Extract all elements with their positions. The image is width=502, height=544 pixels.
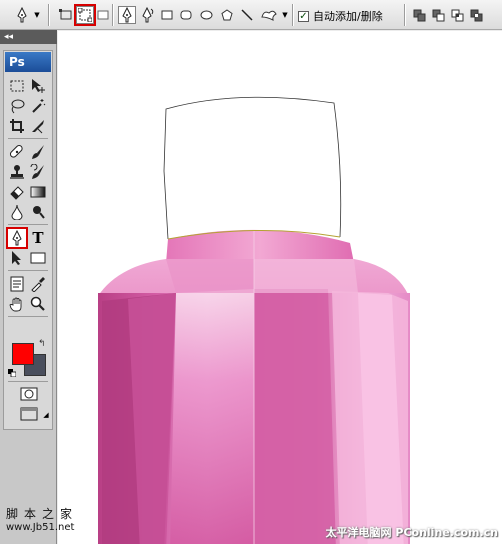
foreground-color-swatch[interactable] bbox=[12, 343, 34, 365]
move-tool-icon[interactable] bbox=[29, 77, 47, 95]
gradient-tool-icon[interactable] bbox=[29, 183, 47, 201]
intersect-path-icon[interactable] bbox=[450, 6, 464, 24]
screen-mode-arrow-icon[interactable]: ◢ bbox=[42, 411, 50, 419]
auto-add-delete-option[interactable]: ✓ 自动添加/删除 bbox=[298, 8, 383, 24]
hand-tool-icon[interactable] bbox=[8, 295, 26, 313]
freeform-pen-icon[interactable] bbox=[140, 6, 156, 24]
dodge-tool-icon[interactable] bbox=[29, 203, 47, 221]
toolbox: ◂◂ Ps T ↰ ◢ bbox=[0, 30, 57, 544]
polygon-icon[interactable] bbox=[220, 6, 234, 24]
line-icon[interactable] bbox=[240, 6, 254, 24]
jb51-watermark: 脚本之家 www.Jb51.net bbox=[6, 507, 78, 535]
cap-path-outline[interactable] bbox=[163, 96, 342, 240]
clone-stamp-icon[interactable] bbox=[8, 163, 26, 181]
slice-tool-icon[interactable] bbox=[29, 117, 47, 135]
custom-shape-icon[interactable] bbox=[260, 6, 278, 24]
rectangle-shape-tool-icon[interactable] bbox=[29, 249, 47, 267]
eraser-tool-icon[interactable] bbox=[8, 183, 26, 201]
chevron-down-icon[interactable]: ▼ bbox=[33, 6, 41, 24]
healing-brush-icon[interactable] bbox=[8, 143, 26, 161]
brush-tool-icon[interactable] bbox=[29, 143, 47, 161]
default-colors-icon[interactable] bbox=[8, 367, 17, 378]
history-brush-icon[interactable] bbox=[29, 163, 47, 181]
bottle-center-shine bbox=[170, 289, 254, 544]
fill-pixels-icon[interactable] bbox=[97, 6, 109, 24]
ellipse-icon[interactable] bbox=[199, 6, 213, 24]
ps-logo: Ps bbox=[5, 52, 51, 72]
add-to-path-icon[interactable] bbox=[412, 6, 426, 24]
subtract-from-path-icon[interactable] bbox=[431, 6, 445, 24]
marquee-tool-icon[interactable] bbox=[8, 77, 26, 95]
auto-add-delete-checkbox[interactable]: ✓ bbox=[298, 10, 309, 22]
jb51-watermark-name: 脚本之家 bbox=[6, 507, 79, 521]
notes-tool-icon[interactable] bbox=[8, 275, 26, 293]
quick-mask-icon[interactable] bbox=[19, 385, 39, 403]
options-bar: ▼ ▼ ✓ 自动添加/删除 bbox=[0, 0, 502, 30]
zoom-tool-icon[interactable] bbox=[29, 295, 47, 313]
paths-icon[interactable] bbox=[74, 4, 96, 26]
swap-colors-icon[interactable]: ↰ bbox=[38, 339, 46, 349]
lasso-tool-icon[interactable] bbox=[8, 97, 26, 115]
blur-tool-icon[interactable] bbox=[8, 203, 26, 221]
jb51-watermark-url: www.Jb51.net bbox=[6, 522, 75, 533]
type-tool-icon[interactable]: T bbox=[29, 229, 47, 247]
screen-mode-icon[interactable] bbox=[19, 405, 39, 423]
pconline-watermark: 太平洋电脑网 PConline.com.cn bbox=[325, 526, 498, 539]
document-canvas[interactable] bbox=[58, 31, 502, 544]
path-selection-icon[interactable] bbox=[8, 249, 26, 267]
auto-add-delete-label: 自动添加/删除 bbox=[313, 10, 383, 23]
pen-tool-selected-icon[interactable] bbox=[6, 227, 28, 249]
eyedropper-icon[interactable] bbox=[29, 275, 47, 293]
bottle-artwork bbox=[98, 96, 410, 544]
shape-layers-icon[interactable] bbox=[58, 6, 74, 24]
toolbox-collapse-button[interactable]: ◂◂ bbox=[0, 30, 57, 44]
tools-panel: Ps T ↰ ◢ bbox=[3, 50, 53, 430]
pen-icon[interactable] bbox=[118, 6, 136, 24]
magic-wand-icon[interactable] bbox=[29, 97, 47, 115]
rounded-rectangle-icon[interactable] bbox=[179, 6, 193, 24]
pen-tool-icon[interactable] bbox=[14, 6, 30, 24]
rectangle-icon[interactable] bbox=[160, 6, 174, 24]
crop-tool-icon[interactable] bbox=[8, 117, 26, 135]
exclude-path-icon[interactable] bbox=[469, 6, 483, 24]
shape-chevron-down-icon[interactable]: ▼ bbox=[281, 6, 289, 24]
